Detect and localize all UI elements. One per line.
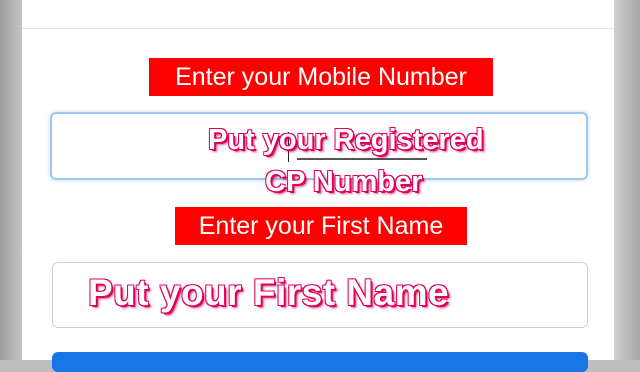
mobile-hint-annotation-line1: Put your Registered — [208, 124, 484, 156]
first-name-hint-annotation: Put your First Name — [88, 272, 450, 313]
mobile-hint-annotation-line2: CP Number — [265, 166, 423, 198]
first-name-label: Enter your First Name — [175, 207, 467, 245]
submit-button[interactable] — [52, 352, 588, 372]
card-top-divider — [22, 28, 614, 29]
left-frame-edge — [0, 0, 22, 360]
mobile-number-label: Enter your Mobile Number — [149, 58, 493, 96]
right-frame-edge — [614, 0, 640, 360]
form-card: Enter your Mobile Number Enter your Firs… — [22, 0, 614, 372]
text-underline — [297, 158, 427, 160]
